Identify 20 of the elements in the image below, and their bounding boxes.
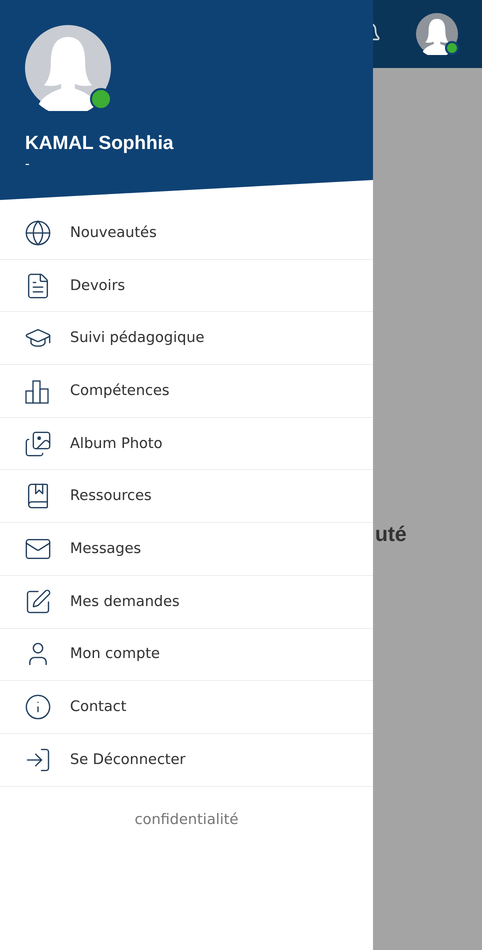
page-title: uté (375, 523, 406, 547)
user-subtitle: - (25, 157, 31, 172)
globe-icon (24, 218, 52, 247)
menu-item[interactable]: Se Déconnecter (0, 734, 373, 787)
user-name: KAMAL Sophhia (25, 133, 174, 155)
menu-item[interactable]: Album Photo (0, 418, 373, 470)
menu-item[interactable]: Ressources (0, 470, 373, 524)
menu-item[interactable]: Contact (0, 681, 373, 734)
info-icon (24, 693, 52, 722)
menu-item[interactable]: Messages (0, 523, 373, 576)
photos-icon (24, 430, 52, 458)
edit-icon (24, 588, 52, 616)
privacy-link[interactable]: confidentialité (134, 812, 238, 828)
menu-item[interactable]: Mes demandes (0, 576, 373, 628)
menu-item[interactable]: Suivi pédagogique (0, 312, 373, 366)
avatar (416, 13, 458, 55)
menu-item[interactable]: Devoirs (0, 260, 373, 312)
menu-item[interactable]: Nouveautés (0, 207, 373, 260)
menu-item[interactable]: Compétences (0, 365, 373, 418)
menu-item[interactable]: Mon compte (0, 628, 373, 682)
